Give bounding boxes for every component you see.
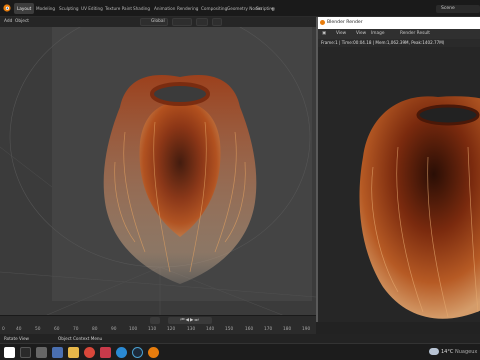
image-menu[interactable]: Image [371,30,384,38]
blender-small-icon [320,20,325,25]
tab-shading[interactable]: Shading [130,3,153,14]
render-window-titlebar: Blender Render [318,17,480,29]
windows-taskbar: 14°C Nuageux [0,343,480,360]
status-bar: Rotate View Object Context Menu [0,334,480,343]
view-menu[interactable]: View [336,30,346,38]
frame-label: 130 [187,327,196,332]
frame-label: 50 [35,327,41,332]
weather-description[interactable]: Nuageux [455,349,477,355]
3d-viewport[interactable] [0,27,316,318]
render-window-bottom [316,322,480,334]
photos-icon[interactable] [52,347,63,358]
beard-model-viewport[interactable] [85,62,275,292]
keyframe-type-icon[interactable] [150,317,160,324]
render-window-title: Blender Render [327,20,363,25]
playback-controls[interactable]: ⏮◀▶⏭ [168,317,212,324]
pivot-snap-controls[interactable] [172,18,192,26]
start-icon[interactable] [4,347,15,358]
frame-label: 190 [302,327,311,332]
tab-modeling[interactable]: Modeling [33,3,58,14]
chrome-icon[interactable] [84,347,95,358]
render-window-toolbar: ▣ View View Image Render Result [318,29,480,39]
beard-render-image [359,96,480,319]
frame-label: 180 [283,327,292,332]
status-context-menu: Object Context Menu [58,336,103,341]
frame-label: 140 [206,327,215,332]
blender-logo-icon[interactable] [2,3,12,13]
weather-temperature[interactable]: 14°C [441,349,453,355]
render-status-text: Frame:1 | Time:00:04.18 | Mem:1,062.39M,… [318,39,480,47]
task-view-icon[interactable] [36,347,47,358]
frame-label: 110 [148,327,157,332]
scene-selector[interactable]: Scene [436,5,480,13]
viewport-header: Add Object Global [0,17,320,27]
object-menu[interactable]: Object [15,18,29,26]
blender-icon[interactable] [148,347,159,358]
status-rotate-view: Rotate View [4,336,29,341]
folder-icon[interactable] [68,347,79,358]
editor-type-icon[interactable]: ▣ [322,30,326,38]
tab-layout[interactable]: Layout [14,3,35,14]
frame-label: 100 [129,327,138,332]
vivaldi-icon[interactable] [100,347,111,358]
frame-label: 120 [167,327,176,332]
render-window: Blender Render ▣ View View Image Render … [316,17,480,322]
top-bar: Layout Modeling Sculpting UV Editing Tex… [0,0,480,17]
frame-label: 60 [54,327,60,332]
transform-orientation-dropdown[interactable]: Global [140,18,168,26]
cloud-icon [429,348,439,355]
transform-orientation-label: Global [151,19,165,24]
frame-label: 90 [111,327,117,332]
frame-label: 70 [73,327,79,332]
frame-label: 80 [92,327,98,332]
view-menu-2[interactable]: View [356,30,366,38]
frame-label: 40 [16,327,22,332]
timeline[interactable]: ⏮◀▶⏭ 0 40 50 60 70 80 90 100 110 120 130… [0,315,316,334]
render-result-selector[interactable]: Render Result [400,30,430,38]
proportional-edit-toggle[interactable] [196,18,208,26]
add-workspace-icon[interactable]: + [270,6,275,13]
frame-label: 160 [245,327,254,332]
app-c-icon[interactable] [132,347,143,358]
scene-label: Scene [441,6,455,11]
render-canvas[interactable] [318,47,480,322]
frame-label: 0 [2,327,5,332]
snap-toggle[interactable] [212,18,222,26]
edge-icon[interactable] [116,347,127,358]
add-menu[interactable]: Add [4,18,12,26]
frame-label: 150 [225,327,234,332]
frame-label: 170 [264,327,273,332]
search-icon[interactable] [20,347,31,358]
